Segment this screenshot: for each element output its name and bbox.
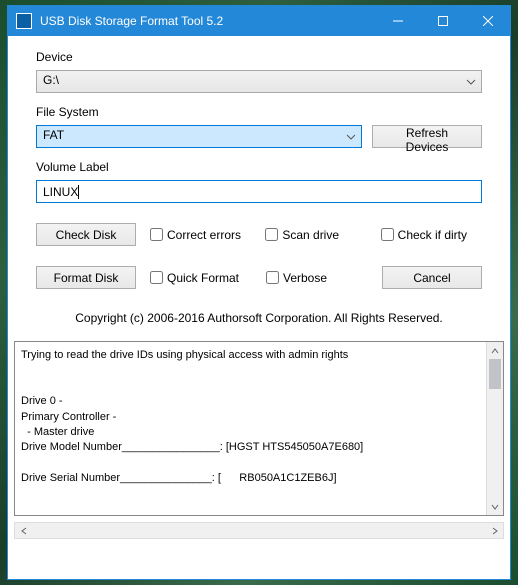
app-icon [16,13,32,29]
cancel-button[interactable]: Cancel [382,266,482,289]
check-disk-button[interactable]: Check Disk [36,223,136,246]
scan-drive-checkbox[interactable]: Scan drive [265,228,366,242]
horizontal-scrollbar[interactable] [14,522,504,539]
volume-label-input[interactable]: LINUX [36,180,482,203]
check-if-dirty-checkbox[interactable]: Check if dirty [381,228,482,242]
chevron-right-icon [492,527,498,535]
vertical-scrollbar[interactable] [486,342,503,515]
scroll-up-button[interactable] [487,342,503,359]
scroll-left-button[interactable] [15,523,32,538]
verbose-checkbox[interactable]: Verbose [266,271,368,285]
copyright-text: Copyright (c) 2006-2016 Authorsoft Corpo… [36,311,482,325]
scroll-right-button[interactable] [486,523,503,538]
refresh-devices-button[interactable]: Refresh Devices [372,125,482,148]
device-label: Device [36,50,482,64]
close-icon [483,16,493,26]
maximize-button[interactable] [420,6,465,36]
content-area: Device G:\ File System FAT Refresh Devic… [8,36,510,341]
fs-combo-wrap: FAT [36,125,362,148]
check-row: Check Disk Correct errors Scan drive Che… [36,223,482,246]
log-textarea[interactable]: Trying to read the drive IDs using physi… [15,342,486,515]
close-button[interactable] [465,6,510,36]
log-panel: Trying to read the drive IDs using physi… [14,341,504,516]
minimize-button[interactable] [375,6,420,36]
scroll-thumb[interactable] [489,359,501,389]
maximize-icon [438,16,448,26]
minimize-icon [393,16,403,26]
window-title: USB Disk Storage Format Tool 5.2 [40,14,375,28]
file-system-label: File System [36,105,482,119]
titlebar[interactable]: USB Disk Storage Format Tool 5.2 [8,6,510,36]
quick-format-checkbox[interactable]: Quick Format [150,271,252,285]
chevron-up-icon [491,348,499,354]
chevron-left-icon [21,527,27,535]
chevron-down-icon [491,504,499,510]
correct-errors-checkbox[interactable]: Correct errors [150,228,251,242]
format-row: Format Disk Quick Format Verbose Cancel [36,266,482,289]
file-system-select[interactable]: FAT [36,125,362,148]
volume-label-label: Volume Label [36,160,482,174]
app-window: USB Disk Storage Format Tool 5.2 Device … [7,5,511,580]
device-select[interactable]: G:\ [36,70,482,93]
format-disk-button[interactable]: Format Disk [36,266,136,289]
text-caret [78,185,79,199]
device-combo-wrap: G:\ [36,70,482,93]
scroll-down-button[interactable] [487,498,503,515]
